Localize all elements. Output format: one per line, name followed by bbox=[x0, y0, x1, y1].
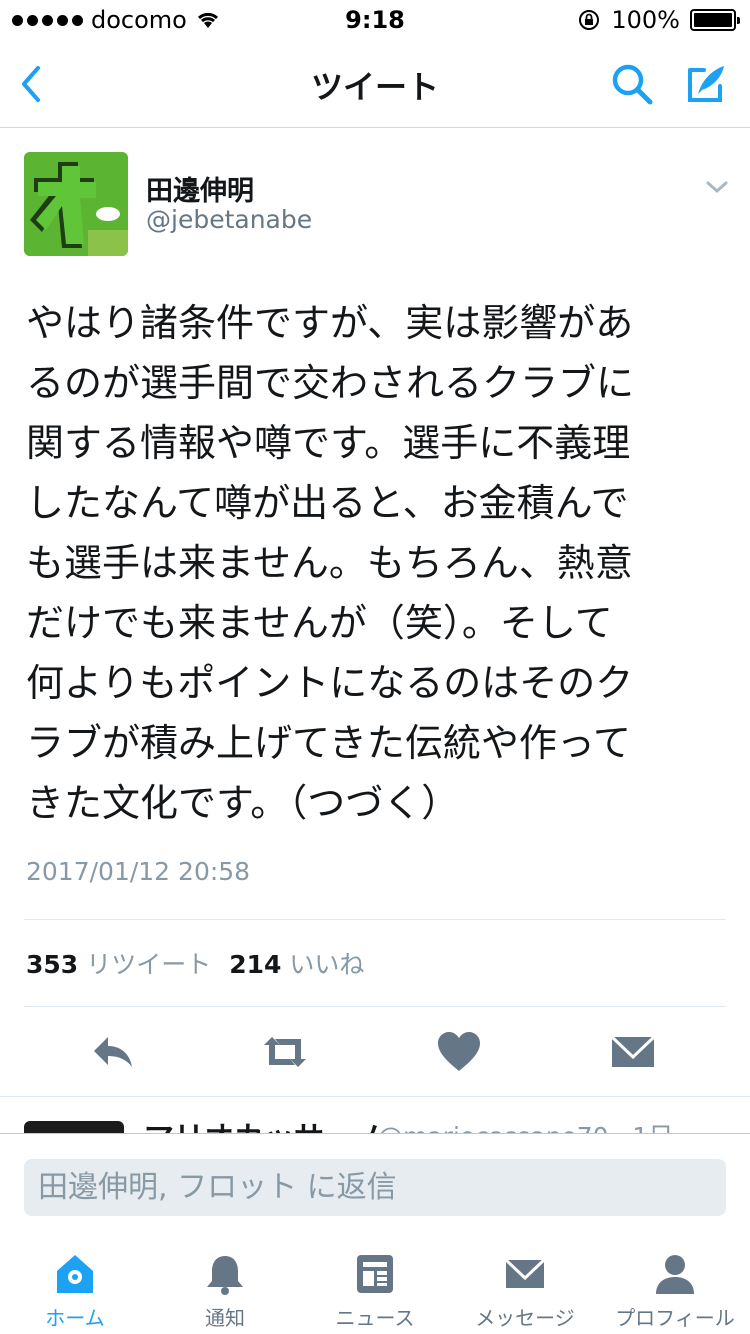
tweet-text-line: るのが選手間で交わされるクラブに bbox=[26, 361, 635, 405]
tweet-text: やはり諸条件ですが、実は影響があ るのが選手間で交わされるクラブに 関する情報や… bbox=[26, 293, 716, 833]
next-tweet-handle[interactable]: @mariocassano70 · 1日 bbox=[378, 1117, 673, 1134]
notifications-icon bbox=[207, 1256, 243, 1295]
home-icon bbox=[57, 1255, 93, 1293]
divider bbox=[24, 1006, 726, 1007]
tab-label: ホーム bbox=[45, 1306, 105, 1330]
tab-profile[interactable]: プロフィール bbox=[600, 1238, 750, 1334]
next-tweet-author-name[interactable]: マリオカッサーノ bbox=[144, 1113, 382, 1134]
tab-home[interactable]: ホーム bbox=[0, 1238, 150, 1334]
direct-message-icon[interactable] bbox=[608, 1029, 658, 1075]
tab-bar: ホーム 通知 ニュース メッセージ プロフィール bbox=[0, 1238, 750, 1334]
messages-icon bbox=[504, 1258, 546, 1288]
retweet-icon[interactable] bbox=[260, 1029, 310, 1075]
rotation-lock-icon bbox=[579, 10, 600, 30]
tweet-text-line: したなんて噂が出ると、お金積んで bbox=[26, 481, 629, 525]
divider bbox=[24, 919, 726, 920]
tweet-timestamp: 2017/01/12 20:58 bbox=[26, 857, 251, 886]
nav-bar: ツイート bbox=[0, 40, 750, 128]
author-name[interactable]: 田邊伸明 bbox=[146, 169, 254, 208]
like-icon[interactable] bbox=[434, 1029, 484, 1075]
tweet-text-line: きた文化です。（つづく） bbox=[26, 781, 460, 825]
reply-icon[interactable] bbox=[88, 1029, 138, 1075]
tweet-text-line: 関する情報や噂です。選手に不義理 bbox=[26, 421, 631, 465]
like-count[interactable]: 214 bbox=[229, 950, 281, 979]
reply-input[interactable] bbox=[24, 1159, 726, 1216]
compose-icon[interactable] bbox=[680, 58, 732, 110]
next-tweet[interactable]: マリオカッサーノ @mariocassano70 · 1日 bbox=[0, 1096, 750, 1134]
status-right: 100% bbox=[577, 6, 740, 34]
news-icon bbox=[357, 1255, 393, 1293]
like-label[interactable]: いいね bbox=[289, 945, 364, 981]
tab-messages[interactable]: メッセージ bbox=[450, 1238, 600, 1334]
tab-label: 通知 bbox=[205, 1306, 245, 1330]
tweet-text-line: だけでも来ませんが（笑）。そして bbox=[26, 601, 613, 645]
search-icon[interactable] bbox=[606, 58, 658, 110]
battery-percent: 100% bbox=[611, 6, 680, 34]
tweet-text-line: も選手は来ません。もちろん、熱意 bbox=[26, 541, 633, 585]
retweet-label[interactable]: リツイート bbox=[86, 945, 211, 981]
tab-notifications[interactable]: 通知 bbox=[150, 1238, 300, 1334]
status-bar: docomo 9:18 100% bbox=[0, 0, 750, 40]
tweet-text-line: やはり諸条件ですが、実は影響があ bbox=[26, 301, 634, 345]
profile-icon bbox=[656, 1255, 694, 1294]
tweet-text-line: 何よりもポイントになるのはそのク bbox=[26, 661, 634, 705]
chevron-down-icon[interactable] bbox=[702, 175, 732, 199]
tab-label: プロフィール bbox=[615, 1306, 735, 1330]
tab-news[interactable]: ニュース bbox=[300, 1238, 450, 1334]
tab-label: メッセージ bbox=[475, 1306, 575, 1330]
battery-icon bbox=[690, 9, 740, 31]
tweet-text-line: ラブが積み上げてきた伝統や作って bbox=[26, 721, 631, 765]
avatar[interactable] bbox=[24, 152, 128, 256]
tab-label: ニュース bbox=[335, 1306, 415, 1330]
retweet-count[interactable]: 353 bbox=[26, 950, 78, 979]
reply-bar bbox=[0, 1133, 750, 1238]
author-handle[interactable]: @jebetanabe bbox=[146, 205, 312, 234]
tweet-stats: 353 リツイート 214 いいね bbox=[26, 945, 374, 981]
